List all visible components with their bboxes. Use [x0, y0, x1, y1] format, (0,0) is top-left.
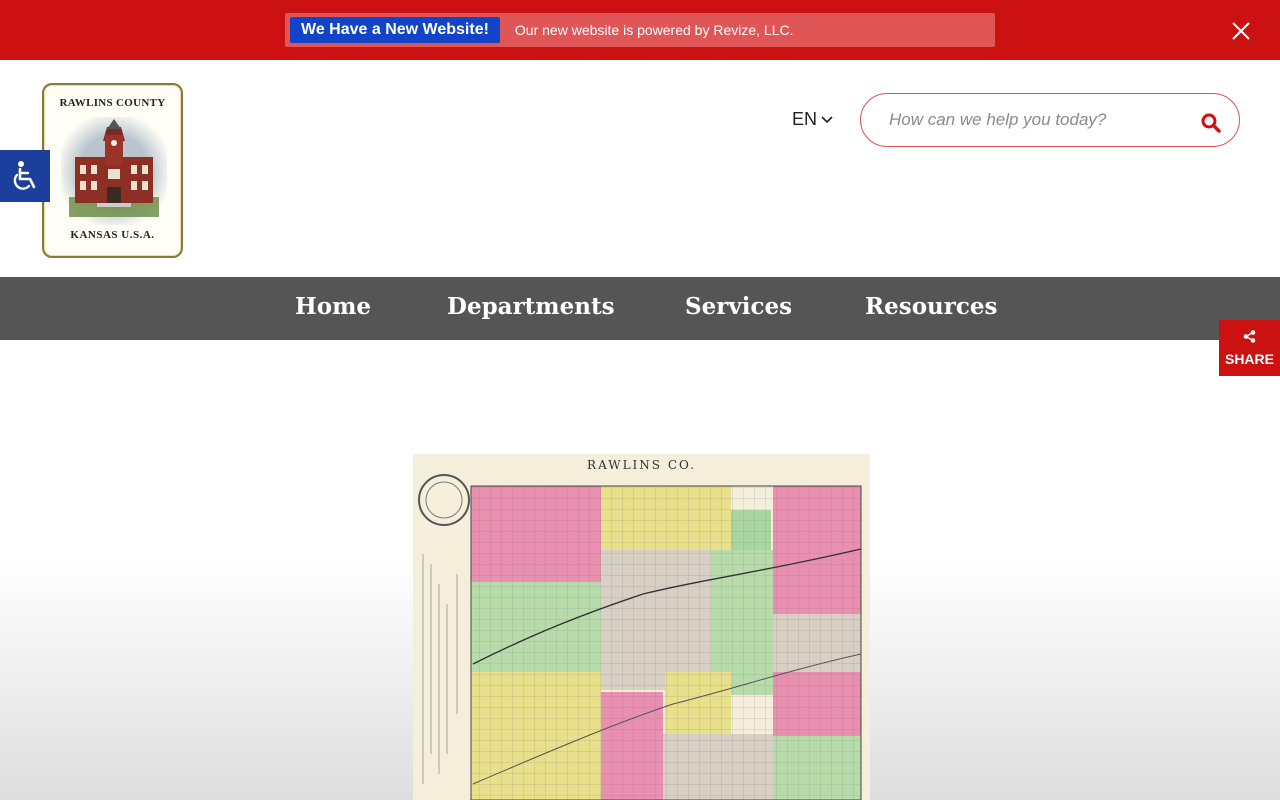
- courthouse-image: [61, 117, 167, 225]
- alert-box[interactable]: We Have a New Website! Our new website i…: [285, 13, 995, 47]
- map-drawing: [418, 474, 862, 800]
- wheelchair-icon: [13, 161, 36, 190]
- alert-message: Our new website is powered by Revize, LL…: [514, 22, 794, 38]
- main-nav: Home Departments Services Resources: [0, 277, 1280, 340]
- search-input[interactable]: [889, 106, 1189, 134]
- nav-item-services[interactable]: Services: [685, 293, 792, 320]
- nav-item-home[interactable]: Home: [295, 293, 371, 320]
- search-box: [860, 93, 1240, 147]
- alert-bar: We Have a New Website! Our new website i…: [0, 0, 1280, 60]
- close-icon[interactable]: [1230, 20, 1252, 42]
- accessibility-button[interactable]: [0, 150, 50, 202]
- logo-bottom-text: KANSAS U.S.A.: [70, 229, 155, 241]
- county-logo[interactable]: RAWLINS COUNTY KANSAS U.S.A.: [42, 83, 183, 258]
- share-label: SHARE: [1224, 351, 1274, 367]
- nav-item-resources[interactable]: Resources: [865, 293, 997, 320]
- language-selector[interactable]: EN: [792, 109, 833, 130]
- county-map-image: RAWLINS CO.: [413, 454, 870, 800]
- logo-top-text: RAWLINS COUNTY: [59, 97, 166, 109]
- share-icon: [1243, 330, 1256, 343]
- chevron-down-icon: [821, 115, 833, 123]
- nav-item-departments[interactable]: Departments: [447, 293, 615, 320]
- alert-badge[interactable]: We Have a New Website!: [290, 17, 500, 43]
- search-icon[interactable]: [1201, 113, 1221, 133]
- language-label: EN: [792, 109, 818, 129]
- share-button[interactable]: SHARE: [1219, 320, 1280, 376]
